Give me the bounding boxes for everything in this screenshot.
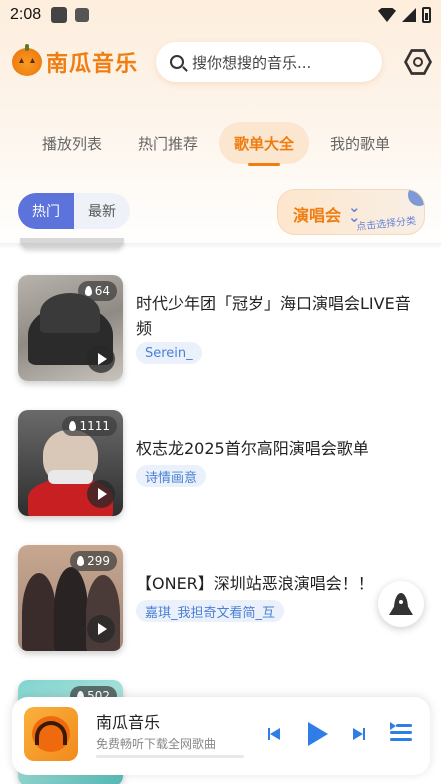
settings-button[interactable] xyxy=(404,48,432,76)
playlist-cover[interactable]: 299 xyxy=(18,545,123,651)
playback-progress[interactable] xyxy=(96,755,244,758)
active-tab-indicator xyxy=(248,163,280,166)
playlist-item[interactable]: 299 【ONER】深圳站恶浪演唱会！！ 嘉琪_我担奇文看简_互 xyxy=(18,545,428,651)
tab-playlist[interactable]: 播放列表 xyxy=(28,122,116,164)
playlist-title: 权志龙2025首尔高阳演唱会歌单 xyxy=(136,439,369,458)
player-song-title: 南瓜音乐 xyxy=(96,713,161,732)
playlist-cover[interactable]: 1111 xyxy=(18,410,123,516)
play-icon[interactable] xyxy=(87,480,115,508)
playlist-creator-tag[interactable]: 嘉琪_我担奇文看简_互 xyxy=(136,600,285,622)
skip-next-icon[interactable] xyxy=(353,728,365,740)
playlist-creator-tag[interactable]: Serein_ xyxy=(136,342,202,364)
skip-previous-icon[interactable] xyxy=(268,728,280,740)
hot-badge: 64 xyxy=(77,281,117,301)
decorative-dot xyxy=(408,190,424,206)
search-placeholder: 搜你想搜的音乐... xyxy=(192,53,312,72)
app-header: 南瓜音乐 搜你想搜的音乐... xyxy=(12,42,432,82)
category-hint: 点击选择分类 xyxy=(355,215,417,234)
play-icon[interactable] xyxy=(87,615,115,643)
mini-player[interactable]: 南瓜音乐 免费畅听下载全网歌曲 xyxy=(12,697,430,775)
hot-count: 299 xyxy=(87,554,110,568)
playlist-queue-icon[interactable] xyxy=(390,722,412,744)
search-bar[interactable]: 搜你想搜的音乐... xyxy=(156,42,383,82)
playlist-item[interactable]: 64 时代少年团「冠岁」海口演唱会LIVE音频 Serein_ xyxy=(18,275,428,381)
app-logo: 南瓜音乐 xyxy=(12,44,139,78)
search-icon xyxy=(170,55,185,69)
hot-count: 64 xyxy=(94,284,110,298)
notification-icon xyxy=(51,7,68,23)
back-to-top-button[interactable] xyxy=(378,581,424,627)
flame-icon xyxy=(84,286,92,296)
filter-latest[interactable]: 最新 xyxy=(74,193,130,229)
play-icon[interactable] xyxy=(87,345,115,373)
list-divider xyxy=(0,243,441,249)
playlist-creator-tag[interactable]: 诗情画意 xyxy=(136,465,207,487)
player-subtitle: 免费畅听下载全网歌曲 xyxy=(96,737,217,751)
playlist-cover[interactable]: 64 xyxy=(18,275,123,381)
hot-count: 1111 xyxy=(79,419,110,433)
status-time: 2:08 xyxy=(10,6,42,23)
playlist-title: 时代少年团「冠岁」海口演唱会LIVE音频 xyxy=(136,294,411,338)
wifi-icon xyxy=(378,8,396,22)
status-bar: 2:08 xyxy=(0,0,441,30)
player-artwork[interactable] xyxy=(24,707,78,761)
app-notification-icon xyxy=(75,8,90,22)
pumpkin-logo-icon xyxy=(12,44,42,76)
app-name: 南瓜音乐 xyxy=(46,52,139,77)
play-button-icon[interactable] xyxy=(308,722,328,746)
category-label: 演唱会 xyxy=(293,206,342,225)
sort-toggle: 热门 最新 xyxy=(18,193,130,229)
category-selector[interactable]: 演唱会 ⌄ ⌄ 点击选择分类 xyxy=(277,189,425,235)
flame-icon xyxy=(69,421,77,431)
tab-hot-recommend[interactable]: 热门推荐 xyxy=(124,122,212,164)
battery-icon xyxy=(422,7,431,23)
tab-all-playlists[interactable]: 歌单大全 xyxy=(219,122,309,164)
tab-my-playlists[interactable]: 我的歌单 xyxy=(316,122,404,164)
filter-hot[interactable]: 热门 xyxy=(18,193,74,229)
hot-badge: 1111 xyxy=(62,416,117,436)
playlist-item[interactable]: 1111 权志龙2025首尔高阳演唱会歌单 诗情画意 xyxy=(18,410,428,516)
tab-bar: 播放列表 热门推荐 歌单大全 我的歌单 xyxy=(0,122,441,166)
cellular-icon xyxy=(402,8,416,22)
hot-badge: 299 xyxy=(70,551,117,571)
rocket-icon xyxy=(394,593,408,615)
flame-icon xyxy=(77,556,85,566)
